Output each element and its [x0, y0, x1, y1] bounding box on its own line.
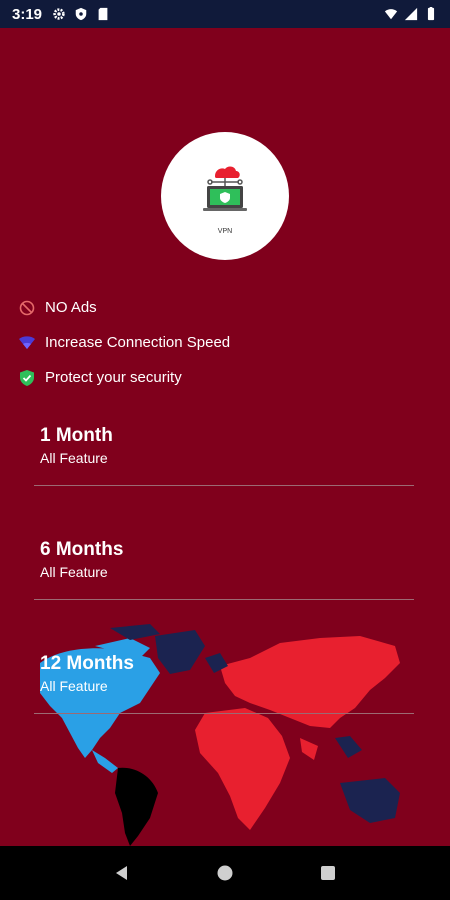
- feature-label: NO Ads: [45, 299, 97, 316]
- feature-connection-speed: Increase Connection Speed: [18, 325, 438, 360]
- shield-check-icon: [18, 369, 36, 387]
- map-australia: [340, 778, 400, 823]
- wifi-icon: [384, 9, 398, 20]
- feature-security: Protect your security: [18, 360, 438, 395]
- plan-title: 6 Months: [40, 539, 124, 560]
- plan-title: 12 Months: [40, 653, 134, 674]
- system-nav-bar: [0, 846, 450, 900]
- back-icon: [115, 866, 127, 880]
- vpn-laptop-cloud-icon: [203, 166, 247, 211]
- recents-button[interactable]: [313, 858, 343, 888]
- logo-caption: VPN: [217, 227, 233, 235]
- status-bar: 3:19: [0, 0, 450, 28]
- feature-list: NO Ads Increase Connection Speed Protect…: [18, 290, 438, 395]
- back-button[interactable]: [107, 858, 137, 888]
- plan-title: 1 Month: [40, 425, 113, 446]
- signal-icon: [404, 7, 418, 21]
- plan-subtitle: All Feature: [40, 450, 108, 466]
- home-button[interactable]: [210, 858, 240, 888]
- wifi-speed-icon: [18, 334, 36, 352]
- plan-6-months[interactable]: 6 Months All Feature: [34, 538, 414, 600]
- plan-subtitle: All Feature: [40, 678, 108, 694]
- feature-no-ads: NO Ads: [18, 290, 438, 325]
- map-south-america: [115, 767, 158, 846]
- plan-subtitle: All Feature: [40, 564, 108, 580]
- feature-label: Protect your security: [45, 369, 182, 386]
- main-content: VPN NO Ads Increase Connection Speed Pro…: [0, 28, 450, 846]
- status-time: 3:19: [12, 5, 43, 23]
- no-ads-icon: [18, 299, 36, 317]
- sd-card-icon: [98, 7, 108, 21]
- feature-label: Increase Connection Speed: [45, 334, 231, 351]
- shield-icon: [75, 7, 87, 21]
- gear-icon: [53, 8, 65, 20]
- battery-icon: [427, 7, 435, 21]
- home-icon: [217, 865, 233, 881]
- app-logo: VPN: [161, 132, 289, 260]
- map-africa: [195, 708, 290, 830]
- recents-icon: [321, 866, 336, 880]
- plan-1-month[interactable]: 1 Month All Feature: [34, 424, 414, 486]
- plan-12-months[interactable]: 12 Months All Feature: [34, 652, 414, 714]
